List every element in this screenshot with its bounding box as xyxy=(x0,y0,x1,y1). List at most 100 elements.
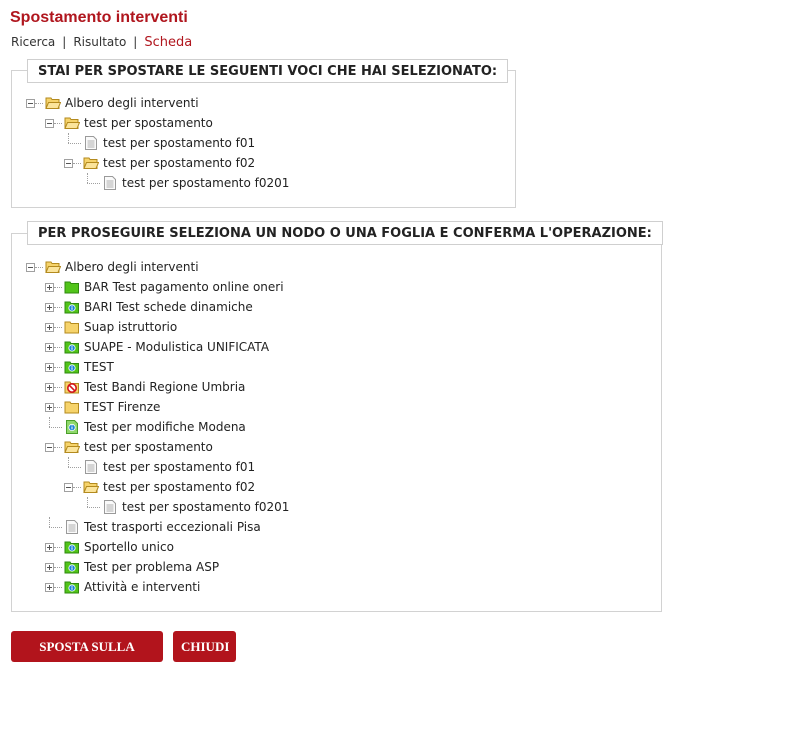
tree-node-label[interactable]: test per spostamento f0201 xyxy=(122,173,289,193)
tree-connector xyxy=(49,417,50,427)
tree-node-label[interactable]: Test per problema ASP xyxy=(84,557,219,577)
yellow-folder-icon xyxy=(64,399,80,415)
move-to-root-button[interactable]: SPOSTA SULLA RADICE xyxy=(11,631,163,685)
expand-toggle-icon[interactable] xyxy=(45,403,54,412)
folder-open-icon xyxy=(45,95,62,111)
tree-node-label[interactable]: test per spostamento xyxy=(84,113,213,133)
tree-node-label[interactable]: test per spostamento f01 xyxy=(103,457,255,477)
tree-connector xyxy=(54,347,62,348)
page-title: Spostamento interventi xyxy=(10,9,188,26)
tree-connector xyxy=(68,457,69,467)
expand-toggle-icon[interactable] xyxy=(45,283,54,292)
expand-toggle-icon[interactable] xyxy=(45,363,54,372)
nav-separator: | xyxy=(62,35,67,49)
collapse-toggle-icon[interactable] xyxy=(26,263,35,272)
document-icon xyxy=(83,459,99,475)
expand-toggle-icon[interactable] xyxy=(45,343,54,352)
selection-panel: STAI PER SPOSTARE LE SEGUENTI VOCI CHE H… xyxy=(11,59,516,208)
tree-connector xyxy=(87,173,88,183)
expand-toggle-icon[interactable] xyxy=(45,563,54,572)
document-icon xyxy=(102,175,118,191)
tree-connector xyxy=(49,527,62,528)
tree-connector xyxy=(49,517,50,527)
tree-node-label[interactable]: TEST Firenze xyxy=(84,397,160,417)
tree-connector xyxy=(35,103,43,104)
tree-connector xyxy=(68,467,81,468)
tree-node-label[interactable]: Sportello unico xyxy=(84,537,174,557)
tree-node-label[interactable]: test per spostamento xyxy=(84,437,213,457)
green-info-folder-icon xyxy=(64,339,80,355)
green-folder-icon xyxy=(64,279,80,295)
green-info-folder-icon xyxy=(64,579,80,595)
tree-node-label[interactable]: test per spostamento f01 xyxy=(103,133,255,153)
nav-risultato-link[interactable]: Risultato xyxy=(73,35,126,49)
tree-connector xyxy=(54,387,62,388)
folder-open-icon xyxy=(64,439,81,455)
tree-node-label[interactable]: test per spostamento f02 xyxy=(103,477,255,497)
green-info-folder-icon xyxy=(64,299,80,315)
tree-connector xyxy=(54,327,62,328)
tree-node-label[interactable]: TEST xyxy=(84,357,114,377)
expand-toggle-icon[interactable] xyxy=(45,323,54,332)
forbidden-folder-icon xyxy=(64,379,80,395)
green-info-folder-icon xyxy=(64,359,80,375)
tree-connector xyxy=(54,587,62,588)
green-info-folder-icon xyxy=(64,539,80,555)
tree-node-label[interactable]: BARI Test schede dinamiche xyxy=(84,297,253,317)
tree-connector xyxy=(54,123,62,124)
tree-connector xyxy=(35,267,43,268)
tree-connector xyxy=(87,183,100,184)
nav-ricerca-link[interactable]: Ricerca xyxy=(11,35,55,49)
tree-connector xyxy=(54,307,62,308)
breadcrumb-nav: Ricerca | Risultato | Scheda xyxy=(11,35,192,50)
document-icon xyxy=(64,519,80,535)
collapse-toggle-icon[interactable] xyxy=(45,119,54,128)
destination-legend: PER PROSEGUIRE SELEZIONA UN NODO O UNA F… xyxy=(27,221,663,245)
tree-node-label[interactable]: SUAPE - Modulistica UNIFICATA xyxy=(84,337,269,357)
collapse-toggle-icon[interactable] xyxy=(64,483,73,492)
expand-toggle-icon[interactable] xyxy=(45,583,54,592)
destination-panel: PER PROSEGUIRE SELEZIONA UN NODO O UNA F… xyxy=(11,221,663,612)
tree-node-label[interactable]: Albero degli interventi xyxy=(65,93,199,113)
green-info-document-icon xyxy=(64,419,80,435)
tree-connector xyxy=(68,133,69,143)
tree-node-label[interactable]: test per spostamento f0201 xyxy=(122,497,289,517)
tree-node-label[interactable]: test per spostamento f02 xyxy=(103,153,255,173)
tree-connector xyxy=(73,487,81,488)
tree-connector xyxy=(54,567,62,568)
tree-node-label[interactable]: Albero degli interventi xyxy=(65,257,199,277)
collapse-toggle-icon[interactable] xyxy=(45,443,54,452)
tree-connector xyxy=(54,447,62,448)
nav-scheda-link[interactable]: Scheda xyxy=(144,35,192,50)
tree-node-label[interactable]: Test trasporti eccezionali Pisa xyxy=(84,517,261,537)
expand-toggle-icon[interactable] xyxy=(45,303,54,312)
document-icon xyxy=(83,135,99,151)
tree-connector xyxy=(54,407,62,408)
yellow-folder-icon xyxy=(64,319,80,335)
tree-connector xyxy=(68,143,81,144)
tree-node-label[interactable]: Suap istruttorio xyxy=(84,317,177,337)
tree-node-label[interactable]: Test per modifiche Modena xyxy=(84,417,246,437)
document-icon xyxy=(102,499,118,515)
expand-toggle-icon[interactable] xyxy=(45,383,54,392)
folder-open-icon xyxy=(64,115,81,131)
tree-node-label[interactable]: Test Bandi Regione Umbria xyxy=(84,377,245,397)
close-button[interactable]: CHIUDI xyxy=(173,631,236,662)
folder-open-icon xyxy=(45,259,62,275)
collapse-toggle-icon[interactable] xyxy=(64,159,73,168)
tree-connector xyxy=(54,547,62,548)
tree-connector xyxy=(73,163,81,164)
collapse-toggle-icon[interactable] xyxy=(26,99,35,108)
tree-connector xyxy=(49,427,62,428)
tree-node-label[interactable]: Attività e interventi xyxy=(84,577,200,597)
tree-connector xyxy=(87,497,88,507)
selection-legend: STAI PER SPOSTARE LE SEGUENTI VOCI CHE H… xyxy=(27,59,509,83)
green-info-folder-icon xyxy=(64,559,80,575)
tree-connector xyxy=(87,507,100,508)
tree-connector xyxy=(54,287,62,288)
folder-open-icon xyxy=(83,155,100,171)
tree-connector xyxy=(54,367,62,368)
folder-open-icon xyxy=(83,479,100,495)
expand-toggle-icon[interactable] xyxy=(45,543,54,552)
tree-node-label[interactable]: BAR Test pagamento online oneri xyxy=(84,277,284,297)
